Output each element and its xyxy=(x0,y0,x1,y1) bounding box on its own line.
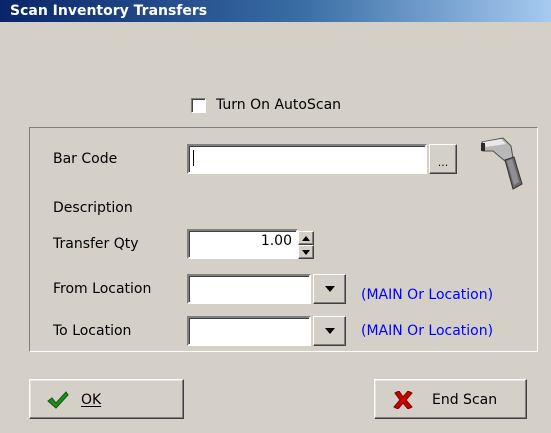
text-caret xyxy=(193,150,194,166)
to-location-label: To Location xyxy=(53,323,132,339)
from-location-hint: (MAIN Or Location) xyxy=(361,287,494,303)
window-title: Scan Inventory Transfers xyxy=(10,3,208,19)
barcode-input[interactable] xyxy=(187,144,427,174)
to-location-dropdown-button[interactable] xyxy=(313,316,346,346)
ok-button-label: OK xyxy=(81,392,102,408)
from-location-label: From Location xyxy=(53,281,152,297)
end-scan-button-label: End Scan xyxy=(432,392,498,408)
ok-button[interactable]: OK xyxy=(29,379,184,419)
transfer-qty-value: 1.00 xyxy=(260,233,292,249)
barcode-browse-button[interactable]: ... xyxy=(429,144,457,174)
autoscan-checkbox[interactable] xyxy=(191,97,206,113)
barcode-label: Bar Code xyxy=(53,151,118,167)
transfer-qty-spinner[interactable] xyxy=(298,231,314,259)
from-location-dropdown-button[interactable] xyxy=(313,274,346,304)
checkmark-icon xyxy=(47,391,69,409)
description-label: Description xyxy=(53,200,133,216)
to-location-hint: (MAIN Or Location) xyxy=(361,323,494,339)
triangle-up-icon xyxy=(302,235,310,241)
autoscan-label[interactable]: Turn On AutoScan xyxy=(216,97,341,113)
browse-button-label: ... xyxy=(437,155,449,169)
triangle-down-icon xyxy=(302,249,310,255)
end-scan-button[interactable]: End Scan xyxy=(374,379,527,419)
barcode-scanner-icon xyxy=(477,136,527,192)
autoscan-checkbox-row[interactable]: Turn On AutoScan xyxy=(191,96,341,114)
red-x-icon xyxy=(393,390,413,410)
spin-down-button[interactable] xyxy=(298,245,314,259)
transfer-qty-label: Transfer Qty xyxy=(53,236,139,252)
to-location-select[interactable] xyxy=(187,316,311,346)
triangle-down-icon xyxy=(324,328,335,334)
from-location-select[interactable] xyxy=(187,274,311,304)
transfer-qty-input[interactable]: 1.00 xyxy=(187,229,298,259)
triangle-down-icon xyxy=(324,286,335,292)
title-bar: Scan Inventory Transfers xyxy=(0,0,551,22)
spin-up-button[interactable] xyxy=(298,231,314,245)
